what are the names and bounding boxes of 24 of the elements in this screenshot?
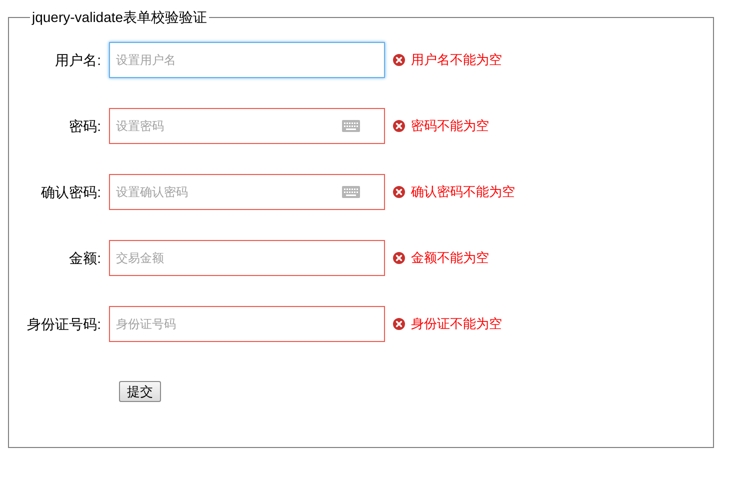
error-icon: [393, 120, 405, 132]
error-message: 身份证不能为空: [411, 315, 502, 334]
field-label: 身份证号码:: [26, 314, 102, 334]
input-field[interactable]: 身份证号码: [109, 306, 385, 342]
input-field[interactable]: 设置用户名: [109, 42, 385, 78]
keyboard-icon: [342, 120, 360, 132]
error-icon: [393, 54, 405, 66]
error-icon: [393, 186, 405, 198]
error-message: 密码不能为空: [411, 117, 489, 136]
error-message: 确认密码不能为空: [411, 183, 515, 202]
field-label: 金额:: [68, 248, 102, 268]
error-icon: [393, 318, 405, 330]
input-field[interactable]: 交易金额: [109, 240, 385, 276]
input-field[interactable]: 设置确认密码: [109, 174, 385, 210]
keyboard-icon: [342, 186, 360, 198]
form-legend: jquery-validate表单校验验证: [30, 7, 210, 28]
error-message: 金额不能为空: [411, 249, 489, 268]
field-label: 密码:: [68, 116, 102, 136]
field-label: 用户名:: [54, 50, 102, 70]
error-icon: [393, 252, 405, 264]
input-field[interactable]: 设置密码: [109, 108, 385, 144]
error-message: 用户名不能为空: [411, 51, 502, 70]
submit-button[interactable]: 提交: [119, 381, 161, 402]
field-label: 确认密码:: [40, 182, 102, 202]
